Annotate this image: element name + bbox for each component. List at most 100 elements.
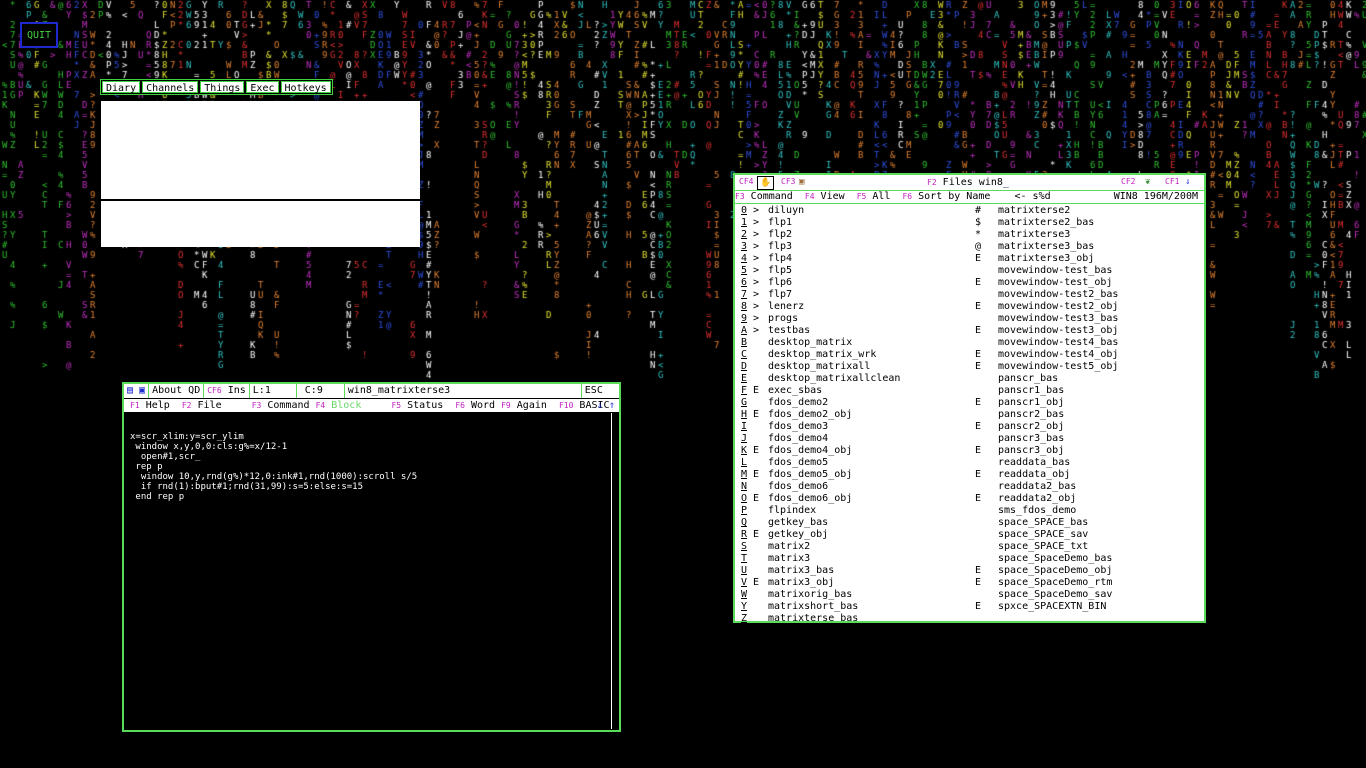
editor-text-area[interactable]: x=scr_xlim:y=scr_ylim window x,y,0,0:cls… (130, 432, 600, 502)
arrow-down-icon[interactable]: ⇓ (597, 400, 603, 411)
file-entry[interactable]: matrixterse2 (998, 205, 1070, 217)
file-entry[interactable]: desktop_matrixallclean (768, 373, 900, 385)
file-entry[interactable]: flp1 (768, 217, 792, 229)
file-entry[interactable]: space_SpaceDemo_bas (998, 553, 1112, 565)
menu-things[interactable]: Things (200, 81, 245, 94)
file-entry[interactable]: matrix3_obj (768, 577, 834, 589)
menu-exec[interactable]: Exec (246, 81, 279, 94)
file-entry[interactable]: exec_sbas (768, 385, 822, 397)
file-entry[interactable]: matrixshort_bas (768, 601, 858, 613)
file-entry[interactable]: panscr1_bas (998, 385, 1064, 397)
file-entry[interactable]: fdos_demo4_obj (768, 445, 852, 457)
leaf-icon[interactable]: ❦ (1145, 176, 1150, 188)
file-entry[interactable]: movewindow-test3_obj (998, 325, 1118, 337)
file-entry[interactable]: panscr3_obj (998, 445, 1064, 457)
file-entry[interactable]: readdata2_obj (998, 493, 1076, 505)
file-entry[interactable]: fdos_demo3 (768, 421, 828, 433)
fkey-help[interactable]: F1 Help (124, 400, 170, 411)
menu-all[interactable]: F5 All (857, 191, 891, 202)
file-entry[interactable]: fdos_demo5_obj (768, 469, 852, 481)
file-entry[interactable]: fdos_demo4 (768, 433, 828, 445)
fkey-command[interactable]: F3 Command (252, 400, 310, 411)
insert-mode[interactable]: CF6 Ins (204, 384, 250, 398)
file-entry[interactable]: space_SpaceDemo_sav (998, 589, 1112, 601)
file-entry[interactable]: panscr1_obj (998, 397, 1064, 409)
file-entry[interactable]: readdata_obj (998, 469, 1070, 481)
file-entry[interactable]: matrixterse3_bas (998, 241, 1094, 253)
window-icons[interactable]: ▤ ▣ (124, 384, 150, 398)
file-entry[interactable]: space_SPACE_bas (998, 517, 1088, 529)
file-entry[interactable]: matrixorig_bas (768, 589, 852, 601)
file-entry[interactable]: flpindex (768, 505, 816, 517)
file-entry[interactable]: movewindow-test5_obj (998, 361, 1118, 373)
folder-icon[interactable]: ▣ (799, 176, 804, 188)
scroll-arrows[interactable]: ⇓ ⇑ (597, 399, 615, 412)
menu-sort[interactable]: F6 Sort by Name (902, 191, 990, 202)
menu-view[interactable]: F4 View (805, 191, 845, 202)
file-entry[interactable]: matrixterse3 (998, 229, 1070, 241)
file-entry[interactable]: flp6 (768, 277, 792, 289)
file-entry[interactable]: matrix2 (768, 541, 810, 553)
file-entry[interactable]: fdos_demo5 (768, 457, 828, 469)
file-entry[interactable]: getkey_bas (768, 517, 828, 529)
cf3-button[interactable]: CF3 (781, 176, 795, 188)
file-entry[interactable]: desktop_matrixall (768, 361, 870, 373)
file-entry[interactable]: panscr_bas (998, 373, 1058, 385)
file-entry[interactable]: matrixterse2_bas (998, 217, 1094, 229)
file-entry[interactable]: movewindow-test_obj (998, 277, 1112, 289)
file-entry[interactable]: panscr3_bas (998, 433, 1064, 445)
file-entry[interactable]: flp2 (768, 229, 792, 241)
menu-command[interactable]: F3 Command (735, 191, 793, 202)
arrow-down-icon[interactable]: ⇓ (1185, 176, 1190, 188)
file-entry[interactable]: fdos_demo6 (768, 481, 828, 493)
editor-scrollbar[interactable] (611, 413, 617, 729)
cf2-button[interactable]: CF2 (1121, 176, 1135, 188)
file-entry[interactable]: movewindow-test2_bas (998, 289, 1118, 301)
fkey-block[interactable]: F4 Block (316, 400, 362, 411)
file-entry[interactable]: lenerz (768, 301, 804, 313)
file-entry[interactable]: getkey_obj (768, 529, 828, 541)
file-entry[interactable]: readdata_bas (998, 457, 1070, 469)
fkey-word[interactable]: F6 Word (455, 400, 495, 411)
file-entry[interactable]: space_SpaceDemo_obj (998, 565, 1112, 577)
fkey-status[interactable]: F5 Status (391, 400, 443, 411)
file-entry[interactable]: panscr2_obj (998, 421, 1064, 433)
file-entry[interactable]: movewindow-test4_obj (998, 349, 1118, 361)
file-entry[interactable]: space_SPACE_txt (998, 541, 1088, 553)
file-entry[interactable]: fdos_demo6_obj (768, 493, 852, 505)
file-entry[interactable]: progs (768, 313, 798, 325)
menu-diary[interactable]: Diary (102, 81, 141, 94)
filename-field[interactable]: win8_matrixterse3 (345, 384, 582, 398)
file-entry[interactable]: fdos_demo2_obj (768, 409, 852, 421)
about-qd-button[interactable]: About QD (149, 384, 205, 398)
file-entry[interactable]: space_SpaceDemo_rtm (998, 577, 1112, 589)
file-entry[interactable]: matrix3_bas (768, 565, 834, 577)
hand-icon[interactable]: ✋ (757, 176, 775, 190)
file-entry[interactable]: desktop_matrix (768, 337, 852, 349)
file-entry[interactable]: panscr2_bas (998, 409, 1064, 421)
file-entry[interactable]: flp3 (768, 241, 792, 253)
file-entry[interactable]: testbas (768, 325, 810, 337)
file-entry[interactable]: diluyn (768, 205, 804, 217)
arrow-up-icon[interactable]: ⇑ (609, 400, 615, 411)
file-entry[interactable]: movewindow-test3_bas (998, 313, 1118, 325)
file-entry[interactable]: sms_fdos_demo (998, 505, 1076, 517)
file-entry[interactable]: fdos_demo2 (768, 397, 828, 409)
file-entry[interactable]: flp5 (768, 265, 792, 277)
cf4-button[interactable]: CF4 (739, 176, 753, 188)
fkey-file[interactable]: F2 File (182, 400, 222, 411)
file-entry[interactable]: matrixterse_bas (768, 613, 858, 625)
file-entry[interactable]: movewindow-test2_obj (998, 301, 1118, 313)
quit-button[interactable]: QUIT (20, 22, 58, 48)
file-entry[interactable]: movewindow-test4_bas (998, 337, 1118, 349)
file-entry[interactable]: spxce_SPACEXTN_BIN (998, 601, 1106, 613)
menu-channels[interactable]: Channels (142, 81, 199, 94)
esc-button[interactable]: ESC (582, 384, 606, 398)
file-entry[interactable]: movewindow-test_bas (998, 265, 1112, 277)
file-entry[interactable]: readdata2_bas (998, 481, 1076, 493)
file-entry[interactable]: matrixterse3_obj (998, 253, 1094, 265)
file-entry[interactable]: flp7 (768, 289, 792, 301)
path-hint[interactable]: <- s%d (1014, 191, 1050, 202)
cf1-button[interactable]: CF1 (1165, 176, 1179, 188)
file-entry[interactable]: matrix3 (768, 553, 810, 565)
